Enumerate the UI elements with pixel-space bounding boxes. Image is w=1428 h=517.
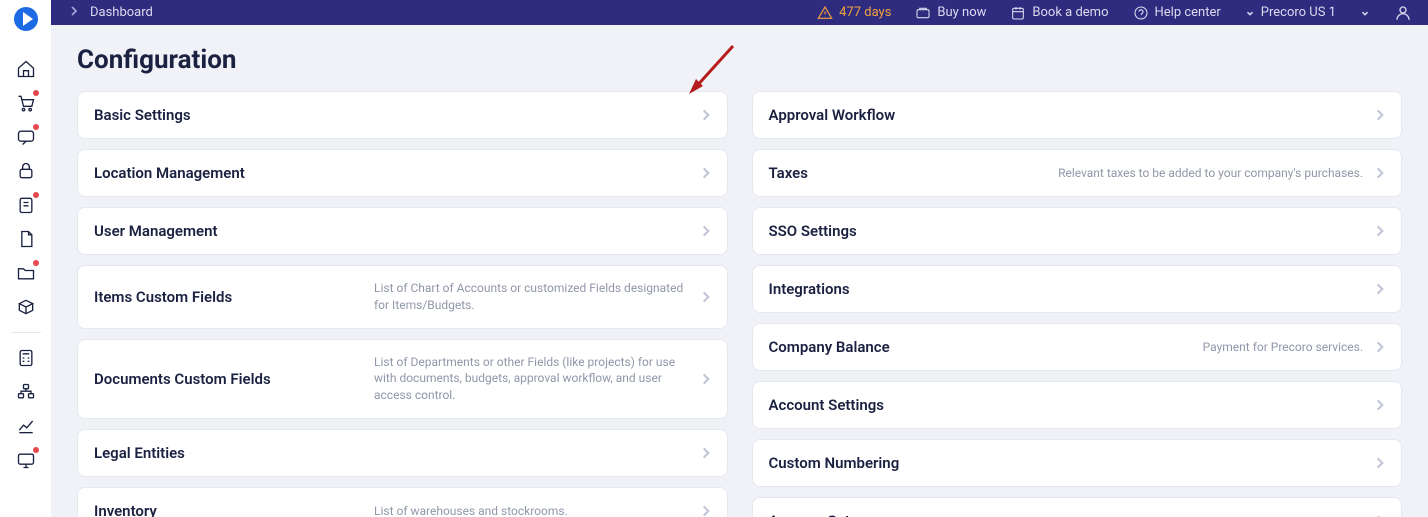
card-title: Integrations xyxy=(769,280,1029,298)
page-title: Configuration xyxy=(77,45,1402,75)
chevron-right-icon xyxy=(701,108,711,122)
topbar: Dashboard 477 days Buy now Book a demo H… xyxy=(0,0,1428,25)
help-center-label: Help center xyxy=(1155,5,1221,20)
card-title: Legal Entities xyxy=(94,444,354,462)
card-title: Approval Workflow xyxy=(769,106,1029,124)
card-title: Company Balance xyxy=(769,338,890,356)
nav-home-icon[interactable] xyxy=(8,54,44,84)
card-title: Location Management xyxy=(94,164,354,182)
nav-box-icon[interactable] xyxy=(8,292,44,322)
chevron-right-icon xyxy=(1375,282,1385,296)
help-center-link[interactable]: Help center xyxy=(1133,5,1221,21)
chevron-right-icon xyxy=(701,446,711,460)
card-desc: Payment for Precoro services. xyxy=(890,339,1375,356)
card-location-management[interactable]: Location Management xyxy=(77,149,728,197)
company-name: Precoro US 1 xyxy=(1261,5,1336,20)
trial-days: 477 days xyxy=(839,5,891,20)
card-legal-entities[interactable]: Legal Entities xyxy=(77,429,728,477)
card-title: SSO Settings xyxy=(769,222,1029,240)
sidebar xyxy=(0,0,51,517)
sidebar-divider xyxy=(11,332,41,333)
breadcrumb[interactable]: Dashboard xyxy=(90,5,153,20)
nav-file-icon[interactable] xyxy=(8,224,44,254)
chevron-right-icon xyxy=(1375,340,1385,354)
card-approval-workflow[interactable]: Approval Workflow xyxy=(752,91,1403,139)
chevron-right-icon xyxy=(701,372,711,386)
card-amazon-setup[interactable]: Amazon Setup xyxy=(752,497,1403,517)
nav-cart-icon[interactable] xyxy=(8,88,44,118)
card-title: Inventory xyxy=(94,502,354,517)
user-profile-icon[interactable] xyxy=(1394,4,1412,22)
card-title: Account Settings xyxy=(769,396,1029,414)
card-title: Amazon Setup xyxy=(769,512,1029,517)
config-left-column: Basic Settings Location Management User … xyxy=(77,91,728,517)
nav-calc-icon[interactable] xyxy=(8,343,44,373)
nav-org-icon[interactable] xyxy=(8,377,44,407)
chevron-right-icon xyxy=(701,224,711,238)
chevron-right-icon xyxy=(701,504,711,517)
buy-now-link[interactable]: Buy now xyxy=(915,5,986,21)
buy-now-label: Buy now xyxy=(937,5,986,20)
trial-warning[interactable]: 477 days xyxy=(817,5,891,21)
card-desc: List of warehouses and stockrooms. xyxy=(354,503,701,517)
card-title: Documents Custom Fields xyxy=(94,370,354,388)
card-items-custom-fields[interactable]: Items Custom Fields List of Chart of Acc… xyxy=(77,265,728,329)
nav-clipboard-icon[interactable] xyxy=(8,190,44,220)
chevron-right-icon xyxy=(1375,224,1385,238)
nav-chart-icon[interactable] xyxy=(8,411,44,441)
card-desc: Relevant taxes to be added to your compa… xyxy=(808,165,1375,182)
card-desc: List of Chart of Accounts or customized … xyxy=(354,280,701,314)
breadcrumb-chevron-icon xyxy=(70,5,78,21)
main-content: Configuration Basic Settings Location Ma… xyxy=(51,25,1428,517)
chevron-right-icon xyxy=(1375,166,1385,180)
chevron-right-icon xyxy=(1375,108,1385,122)
company-selector[interactable]: Precoro US 1 xyxy=(1245,5,1336,20)
book-demo-link[interactable]: Book a demo xyxy=(1010,5,1108,21)
nav-monitor-icon[interactable] xyxy=(8,445,44,475)
chevron-right-icon xyxy=(701,166,711,180)
card-title: User Management xyxy=(94,222,354,240)
chevron-right-icon xyxy=(1375,456,1385,470)
card-desc: List of Departments or other Fields (lik… xyxy=(354,354,701,404)
chevron-right-icon xyxy=(701,290,711,304)
book-demo-label: Book a demo xyxy=(1032,5,1108,20)
nav-folder-icon[interactable] xyxy=(8,258,44,288)
card-custom-numbering[interactable]: Custom Numbering xyxy=(752,439,1403,487)
card-taxes[interactable]: Taxes Relevant taxes to be added to your… xyxy=(752,149,1403,197)
card-title: Items Custom Fields xyxy=(94,288,354,306)
chevron-right-icon xyxy=(1375,398,1385,412)
card-documents-custom-fields[interactable]: Documents Custom Fields List of Departme… xyxy=(77,339,728,419)
card-user-management[interactable]: User Management xyxy=(77,207,728,255)
card-title: Custom Numbering xyxy=(769,454,1029,472)
card-basic-settings[interactable]: Basic Settings xyxy=(77,91,728,139)
nav-lock-icon[interactable] xyxy=(8,156,44,186)
card-sso-settings[interactable]: SSO Settings xyxy=(752,207,1403,255)
config-right-column: Approval Workflow Taxes Relevant taxes t… xyxy=(752,91,1403,517)
nav-chat-icon[interactable] xyxy=(8,122,44,152)
card-account-settings[interactable]: Account Settings xyxy=(752,381,1403,429)
logo-icon xyxy=(13,6,39,32)
card-inventory[interactable]: Inventory List of warehouses and stockro… xyxy=(77,487,728,517)
card-company-balance[interactable]: Company Balance Payment for Precoro serv… xyxy=(752,323,1403,371)
card-title: Taxes xyxy=(769,164,808,182)
company-chevron-icon[interactable] xyxy=(1360,8,1370,18)
card-title: Basic Settings xyxy=(94,106,354,124)
card-integrations[interactable]: Integrations xyxy=(752,265,1403,313)
